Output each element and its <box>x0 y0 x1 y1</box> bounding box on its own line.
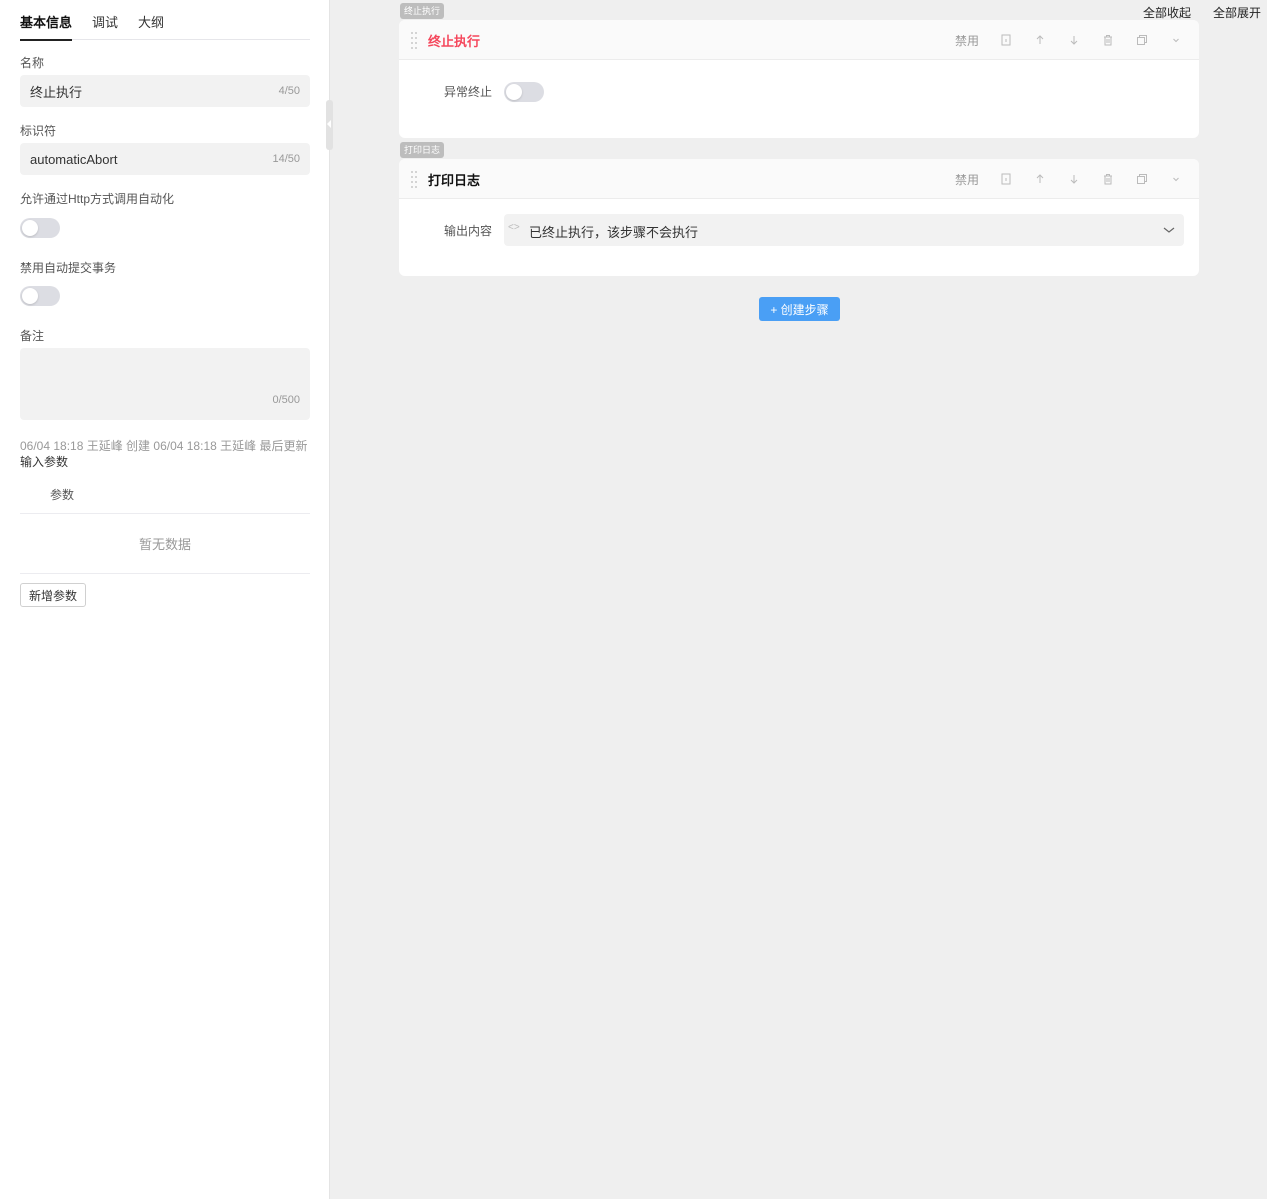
chevron-down-icon[interactable] <box>1169 172 1183 186</box>
identifier-value: automaticAbort <box>30 151 118 167</box>
input-params-title: 输入参数 <box>20 455 69 469</box>
step-actions: 禁用 <box>955 159 1183 199</box>
output-content-label: 输出内容 <box>444 224 493 238</box>
autocommit-toggle-label: 禁用自动提交事务 <box>20 261 117 275</box>
abnormal-abort-toggle[interactable] <box>504 82 544 102</box>
step-card-print-log: 打印日志 禁用 输出内容 <> 已终止执行，该步骤不会执行 <box>399 159 1199 276</box>
chevron-down-icon[interactable] <box>1169 33 1183 47</box>
output-content-value: 已终止执行，该步骤不会执行 <box>529 225 699 240</box>
abnormal-abort-label: 异常终止 <box>444 85 493 99</box>
name-value: 终止执行 <box>30 84 83 100</box>
move-down-icon[interactable] <box>1067 33 1081 47</box>
name-char-count: 4/50 <box>278 85 300 97</box>
copy-icon[interactable] <box>1135 172 1149 186</box>
tab-basic-info[interactable]: 基本信息 <box>20 0 73 41</box>
step-title: 终止执行 <box>428 34 481 49</box>
doc-icon[interactable] <box>999 172 1013 186</box>
remark-label: 备注 <box>20 329 45 343</box>
collapse-panel-handle[interactable] <box>326 100 333 150</box>
copy-icon[interactable] <box>1135 33 1149 47</box>
step-actions: 禁用 <box>955 20 1183 60</box>
name-input[interactable]: 终止执行 4/50 <box>20 75 310 107</box>
params-table-header: 参数 <box>20 476 310 514</box>
identifier-input[interactable]: automaticAbort 14/50 <box>20 143 310 175</box>
remark-char-count: 0/500 <box>272 394 300 406</box>
expand-all-button[interactable]: 全部展开 <box>1213 4 1261 21</box>
move-down-icon[interactable] <box>1067 172 1081 186</box>
step-tag: 终止执行 <box>400 3 445 19</box>
chevron-down-icon <box>1163 227 1175 233</box>
step-tag: 打印日志 <box>400 142 445 158</box>
remark-textarea[interactable]: 0/500 <box>20 348 310 420</box>
step-header: 终止执行 禁用 <box>399 20 1199 60</box>
disable-button[interactable]: 禁用 <box>955 171 979 188</box>
identifier-label: 标识符 <box>20 124 57 138</box>
doc-icon[interactable] <box>999 33 1013 47</box>
step-card-abort: 终止执行 禁用 异常终止 <box>399 20 1199 138</box>
params-empty-state: 暂无数据 <box>20 514 310 574</box>
disable-button[interactable]: 禁用 <box>955 32 979 49</box>
move-up-icon[interactable] <box>1033 33 1047 47</box>
tab-bar: 基本信息 调试 大纲 <box>20 0 310 41</box>
http-toggle-label: 允许通过Http方式调用自动化 <box>20 192 175 206</box>
collapse-all-button[interactable]: 全部收起 <box>1143 4 1191 21</box>
delete-icon[interactable] <box>1101 172 1115 186</box>
params-column-header: 参数 <box>50 488 75 502</box>
identifier-char-count: 14/50 <box>272 153 300 165</box>
meta-info: 06/04 18:18 王延峰 创建 06/04 18:18 王延峰 最后更新 <box>20 439 308 453</box>
drag-handle-icon[interactable] <box>411 32 417 49</box>
code-icon: <> <box>508 222 520 233</box>
left-panel: 基本信息 调试 大纲 名称 终止执行 4/50 标识符 automaticAbo… <box>0 0 330 1199</box>
autocommit-toggle[interactable] <box>20 286 60 306</box>
drag-handle-icon[interactable] <box>411 171 417 188</box>
http-toggle[interactable] <box>20 218 60 238</box>
add-param-button[interactable]: 新增参数 <box>20 583 87 607</box>
tab-outline[interactable]: 大纲 <box>138 0 164 40</box>
create-step-button[interactable]: + 创建步骤 <box>759 297 840 321</box>
name-label: 名称 <box>20 56 45 70</box>
move-up-icon[interactable] <box>1033 172 1047 186</box>
tab-debug[interactable]: 调试 <box>92 0 118 40</box>
delete-icon[interactable] <box>1101 33 1115 47</box>
output-content-select[interactable]: <> 已终止执行，该步骤不会执行 <box>504 214 1184 246</box>
step-header: 打印日志 禁用 <box>399 159 1199 199</box>
step-title: 打印日志 <box>428 173 481 188</box>
